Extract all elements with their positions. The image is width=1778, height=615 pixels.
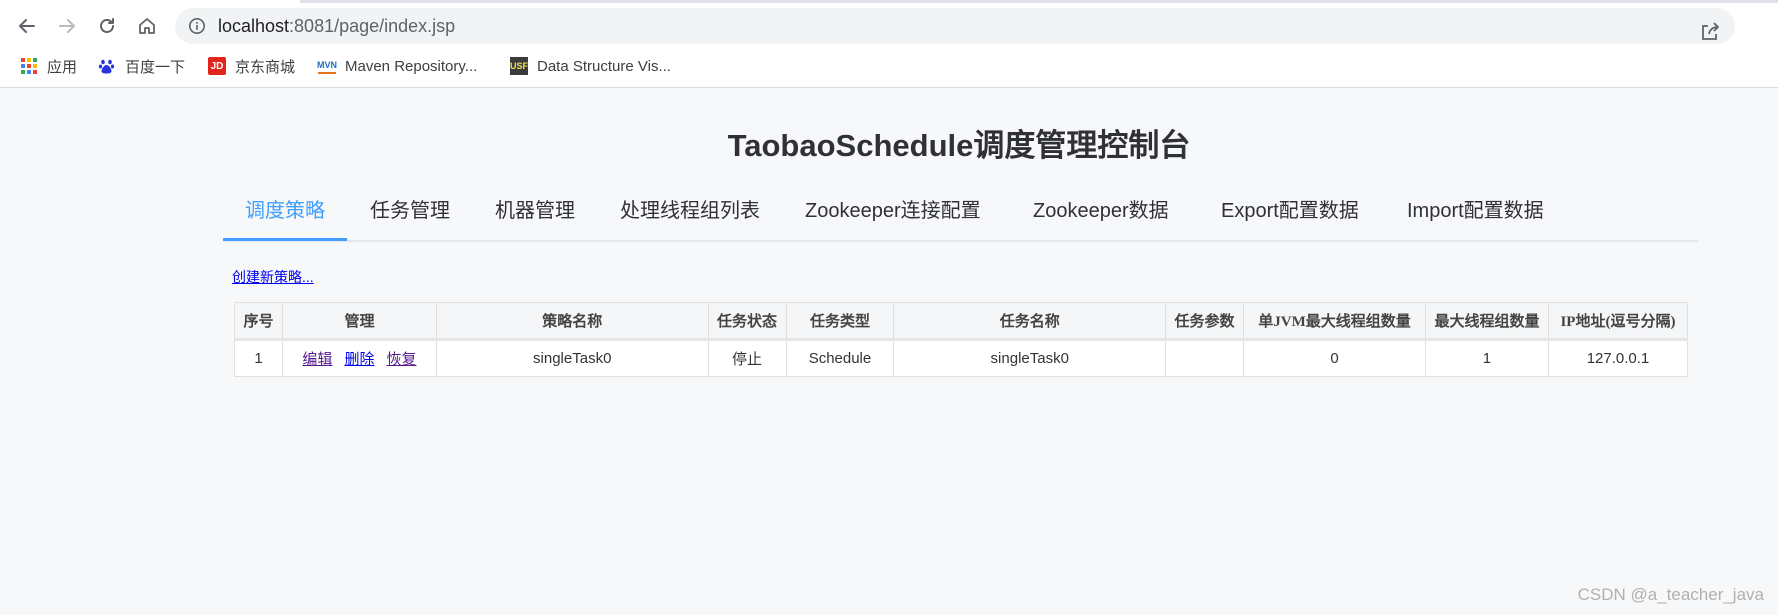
strategy-table: 序号 管理 策略名称 任务状态 任务类型 任务名称 任务参数 单JVM最大线程组…	[234, 302, 1689, 377]
column-header: 序号	[234, 302, 283, 341]
edit-link[interactable]: 编辑	[302, 351, 332, 368]
cell-ip: 127.0.0.1	[1547, 339, 1689, 377]
column-header: 管理	[281, 302, 437, 341]
url-host: localhost	[218, 16, 290, 36]
tab-thread-group-list[interactable]: 处理线程组列表	[620, 190, 760, 240]
url-path: :8081/page/index.jsp	[289, 16, 456, 36]
jd-logo-icon: JD	[208, 57, 226, 75]
share-icon	[1702, 22, 1719, 40]
tab-zookeeper-connection[interactable]: Zookeeper连接配置	[805, 190, 981, 240]
forward-button[interactable]	[52, 11, 82, 41]
column-header: 任务参数	[1165, 302, 1245, 341]
tab-strip	[300, 0, 1778, 3]
cell-strategy-name: singleTask0	[435, 339, 709, 377]
restore-link[interactable]: 恢复	[386, 351, 416, 368]
cell-type: Schedule	[785, 339, 895, 377]
apps-grid-icon	[20, 57, 38, 75]
bookmark-apps[interactable]: 应用	[20, 52, 77, 80]
mvn-logo-icon: MVN	[317, 59, 337, 74]
address-bar[interactable]: localhost:8081/page/index.jsp	[175, 8, 1735, 44]
tab-machine-management[interactable]: 机器管理	[495, 190, 575, 240]
share-button[interactable]	[1699, 21, 1721, 43]
column-header: 策略名称	[435, 302, 709, 341]
reload-icon	[100, 18, 114, 33]
bookmark-label: Maven Repository...	[345, 57, 478, 75]
column-header: 最大线程组数量	[1424, 302, 1549, 341]
cell-status: 停止	[707, 339, 787, 377]
cell-actions: 编辑 删除 恢复	[281, 339, 437, 377]
delete-link[interactable]: 删除	[344, 351, 374, 368]
bookmark-label: Data Structure Vis...	[537, 57, 671, 75]
page-title: TaobaoSchedule调度管理控制台	[727, 128, 1191, 163]
cell-jvm-max-groups: 0	[1243, 339, 1426, 377]
table-header-row: 序号 管理 策略名称 任务状态 任务类型 任务名称 任务参数 单JVM最大线程组…	[234, 302, 1689, 341]
column-header: 单JVM最大线程组数量	[1243, 302, 1426, 341]
bookmark-maven[interactable]: MVN Maven Repository...	[317, 52, 478, 80]
bookmark-baidu[interactable]: 百度一下	[98, 52, 185, 80]
url-text[interactable]: localhost:8081/page/index.jsp	[218, 8, 455, 44]
cell-params	[1165, 339, 1245, 377]
tab-bar: 调度策略 任务管理 机器管理 处理线程组列表 Zookeeper连接配置 Zoo…	[223, 190, 1698, 242]
site-info-icon[interactable]	[188, 17, 206, 35]
home-icon	[139, 18, 155, 34]
column-header: 任务类型	[785, 302, 895, 341]
bookmark-label: 京东商城	[235, 58, 296, 76]
bookmark-data-structure[interactable]: USF Data Structure Vis...	[510, 52, 671, 80]
cell-max-groups: 1	[1424, 339, 1549, 377]
arrow-right-icon	[59, 19, 75, 33]
table-row: 1 编辑 删除 恢复 singleTask0 停止 Schedule singleT…	[234, 339, 1689, 377]
bookmark-label: 百度一下	[125, 58, 186, 76]
bookmarks-bar: 应用 百度一下 JD 京东商城 MVN Maven Repository... …	[0, 52, 1778, 80]
watermark-text: CSDN @a_teacher_java	[1577, 585, 1764, 604]
arrow-left-icon	[19, 19, 35, 33]
column-header: 任务名称	[893, 302, 1167, 341]
tab-zookeeper-data[interactable]: Zookeeper数据	[1033, 190, 1169, 240]
cell-index: 1	[234, 339, 283, 377]
reload-button[interactable]	[92, 11, 122, 41]
browser-chrome: localhost:8081/page/index.jsp 应用 百度一下 JD…	[0, 0, 1778, 88]
bookmark-jd[interactable]: JD 京东商城	[208, 52, 295, 80]
column-header: 任务状态	[707, 302, 787, 341]
column-header: IP地址(逗号分隔)	[1547, 302, 1689, 341]
baidu-paw-icon	[98, 57, 116, 75]
home-button[interactable]	[132, 11, 162, 41]
active-tab-indicator	[223, 238, 347, 241]
usf-logo-icon: USF	[510, 57, 528, 75]
tab-task-management[interactable]: 任务管理	[370, 190, 450, 240]
tab-import-config[interactable]: Import配置数据	[1407, 190, 1544, 240]
back-button[interactable]	[12, 11, 42, 41]
cell-task-name: singleTask0	[893, 339, 1167, 377]
bookmark-label: 应用	[47, 58, 78, 76]
tab-schedule-strategy[interactable]: 调度策略	[245, 190, 325, 240]
create-strategy-link[interactable]: 创建新策略...	[232, 267, 314, 287]
tab-export-config[interactable]: Export配置数据	[1221, 190, 1359, 240]
